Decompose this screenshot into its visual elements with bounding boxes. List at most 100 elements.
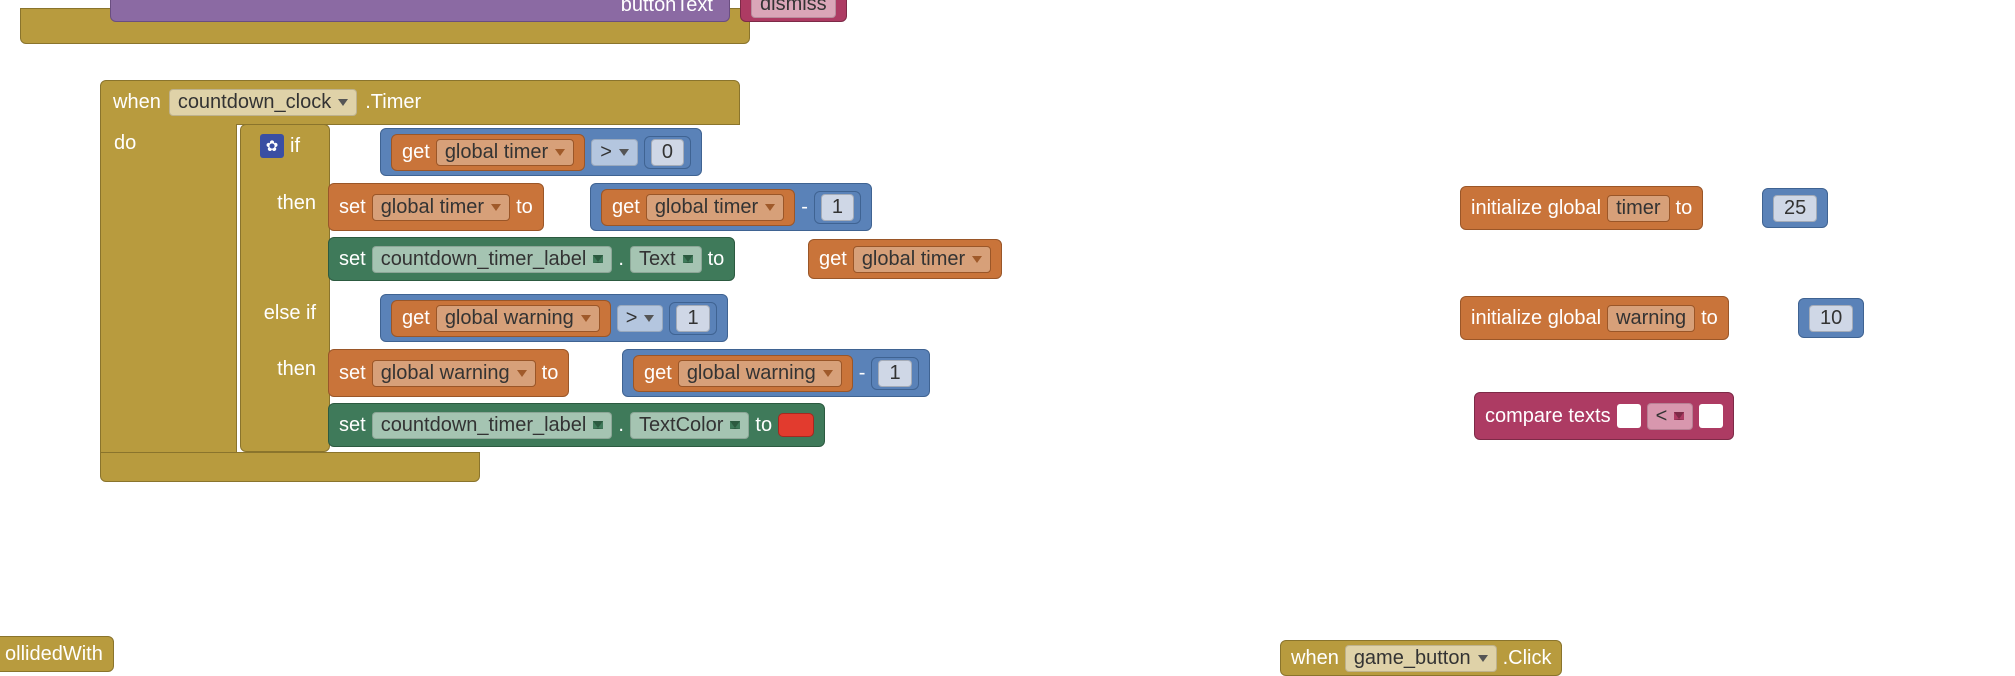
set-keyword: set	[339, 248, 366, 271]
set-var-block[interactable]: set global warning to	[328, 349, 569, 397]
property-dropdown[interactable]: Text	[630, 246, 702, 273]
get-keyword: get	[402, 141, 430, 164]
chevron-down-icon	[593, 421, 603, 429]
component-dropdown[interactable]: countdown_clock	[169, 89, 357, 116]
set-keyword: set	[339, 196, 366, 219]
number-value: 1	[878, 360, 911, 387]
do-keyword: do	[114, 132, 136, 155]
init-global-warning[interactable]: initialize global warning to	[1460, 296, 1729, 340]
socket-right[interactable]	[1699, 404, 1723, 428]
to-keyword: to	[1676, 197, 1693, 220]
to-keyword: to	[755, 414, 772, 437]
chevron-down-icon	[730, 421, 740, 429]
number-value: 1	[821, 194, 854, 221]
component-dropdown[interactable]: countdown_timer_label	[372, 246, 613, 273]
event-footer	[100, 452, 480, 482]
number-block[interactable]: 1	[669, 302, 716, 335]
operator-dropdown[interactable]: >	[591, 139, 638, 166]
text-literal-value: dismiss	[751, 0, 836, 18]
event-block-game-button-click[interactable]: when game_button .Click	[1280, 640, 1562, 676]
get-var-block[interactable]: get global warning	[391, 300, 611, 337]
then-keyword-2: then	[256, 358, 316, 381]
property-label: buttonText	[621, 0, 713, 17]
property-setter-fragment[interactable]: buttonText	[110, 0, 730, 22]
number-block[interactable]: 10	[1798, 298, 1864, 338]
text-literal-block[interactable]: dismiss	[740, 0, 847, 22]
var-dropdown[interactable]: global warning	[436, 305, 600, 332]
set-property-block[interactable]: set countdown_timer_label . TextColor to	[328, 403, 825, 447]
chevron-down-icon	[338, 99, 348, 106]
number-value: 1	[676, 305, 709, 332]
if-mutator-row: ✿ if	[260, 134, 300, 158]
set-keyword: set	[339, 414, 366, 437]
var-dropdown[interactable]: global timer	[853, 246, 991, 273]
dot: .	[618, 414, 624, 437]
chevron-down-icon	[972, 256, 982, 263]
var-dropdown[interactable]: global timer	[646, 194, 784, 221]
compare-texts-label: compare texts	[1485, 405, 1611, 428]
get-keyword: get	[402, 307, 430, 330]
number-block[interactable]: 0	[644, 136, 691, 169]
get-keyword: get	[644, 362, 672, 385]
when-keyword: when	[1291, 647, 1339, 670]
global-name-field[interactable]: warning	[1607, 305, 1695, 332]
socket-left[interactable]	[1617, 404, 1641, 428]
event-header[interactable]: when countdown_clock .Timer	[100, 80, 740, 125]
math-subtract-block[interactable]: get global warning - 1	[622, 349, 930, 397]
get-keyword: get	[612, 196, 640, 219]
set-keyword: set	[339, 362, 366, 385]
number-block[interactable]: 25	[1762, 188, 1828, 228]
math-subtract-block[interactable]: get global timer - 1	[590, 183, 872, 231]
if-keyword: if	[290, 135, 300, 158]
initialize-keyword: initialize global	[1471, 307, 1601, 330]
get-var-block[interactable]: get global timer	[601, 189, 795, 226]
compare-texts-block[interactable]: compare texts <	[1474, 392, 1734, 440]
operator-dropdown[interactable]: >	[617, 305, 664, 332]
var-dropdown[interactable]: global timer	[372, 194, 510, 221]
event-block-fragment-collided[interactable]: ollidedWith	[0, 636, 114, 672]
chevron-down-icon	[644, 315, 654, 322]
component-dropdown[interactable]: countdown_timer_label	[372, 412, 613, 439]
chevron-down-icon	[823, 370, 833, 377]
chevron-down-icon	[517, 370, 527, 377]
var-dropdown[interactable]: global warning	[678, 360, 842, 387]
chevron-down-icon	[619, 149, 629, 156]
number-block[interactable]: 1	[814, 191, 861, 224]
chevron-down-icon	[581, 315, 591, 322]
set-var-block[interactable]: set global timer to	[328, 183, 544, 231]
var-dropdown[interactable]: global warning	[372, 360, 536, 387]
event-name: .Click	[1503, 647, 1552, 670]
chevron-down-icon	[555, 149, 565, 156]
set-property-block[interactable]: set countdown_timer_label . Text to	[328, 237, 735, 281]
initialize-keyword: initialize global	[1471, 197, 1601, 220]
compare-block-2[interactable]: get global warning > 1	[380, 294, 728, 342]
get-var-block[interactable]: get global timer	[391, 134, 585, 171]
event-name: .Timer	[365, 91, 421, 114]
chevron-down-icon	[593, 255, 603, 263]
compare-block-1[interactable]: get global timer > 0	[380, 128, 702, 176]
color-swatch-red[interactable]	[778, 413, 814, 437]
chevron-down-icon	[683, 255, 693, 263]
minus-operator: -	[801, 196, 808, 219]
operator-dropdown[interactable]: <	[1647, 403, 1694, 430]
to-keyword: to	[708, 248, 725, 271]
var-dropdown[interactable]: global timer	[436, 139, 574, 166]
when-keyword: when	[113, 91, 161, 114]
init-global-timer[interactable]: initialize global timer to	[1460, 186, 1703, 230]
event-fragment-label: ollidedWith	[5, 643, 103, 666]
gear-icon[interactable]: ✿	[260, 134, 284, 158]
component-dropdown[interactable]: game_button	[1345, 645, 1497, 672]
property-dropdown[interactable]: TextColor	[630, 412, 749, 439]
number-block[interactable]: 1	[871, 357, 918, 390]
global-name-field[interactable]: timer	[1607, 195, 1669, 222]
chevron-down-icon	[765, 204, 775, 211]
get-keyword: get	[819, 248, 847, 271]
get-var-block[interactable]: get global timer	[808, 239, 1002, 279]
number-value: 0	[651, 139, 684, 166]
number-value: 25	[1773, 195, 1817, 222]
chevron-down-icon	[491, 204, 501, 211]
chevron-down-icon	[1674, 412, 1684, 420]
get-var-block[interactable]: get global warning	[633, 355, 853, 392]
dot: .	[618, 248, 624, 271]
to-keyword: to	[516, 196, 533, 219]
